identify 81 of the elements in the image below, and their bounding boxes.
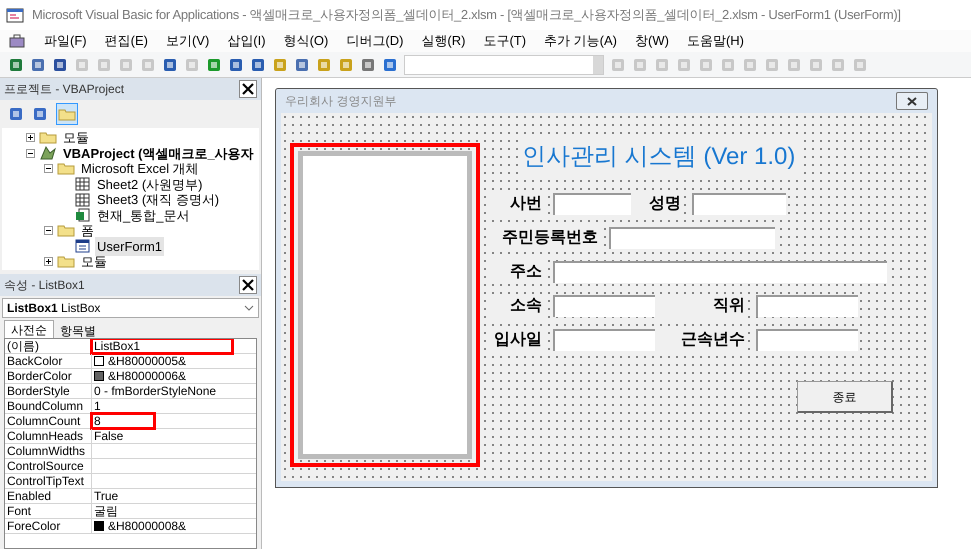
tree-item[interactable]: Sheet2 (사원명부) xyxy=(95,174,204,194)
property-name: BorderColor xyxy=(5,369,92,383)
tab[interactable]: 사전순 xyxy=(4,320,54,338)
sheet-icon xyxy=(75,177,91,192)
menu-item[interactable]: 편집(E) xyxy=(104,31,148,51)
property-name: ColumnWidths xyxy=(5,444,92,458)
expand-toggle[interactable] xyxy=(44,257,53,266)
menu-item[interactable]: 도구(T) xyxy=(483,31,526,51)
property-name: BoundColumn xyxy=(5,399,92,413)
menu-item[interactable]: 도움말(H) xyxy=(686,31,744,51)
property-value[interactable]: 0 - fmBorderStyleNone xyxy=(92,384,218,398)
text-field[interactable] xyxy=(553,261,887,283)
property-value[interactable]: &H80000005& xyxy=(92,354,188,368)
menu-item[interactable]: 실행(R) xyxy=(421,31,466,51)
collapse-toggle[interactable] xyxy=(44,226,53,236)
form-title: 우리회사 경영지원부 xyxy=(285,93,396,110)
text-field[interactable] xyxy=(756,295,858,317)
app-icon xyxy=(6,6,24,24)
listbox[interactable] xyxy=(290,143,480,467)
tree-item[interactable]: 현재_통합_문서 xyxy=(95,206,192,225)
property-name: Enabled xyxy=(5,489,92,503)
property-name: ForeColor xyxy=(5,519,92,533)
property-name: BackColor xyxy=(5,354,92,368)
tree-item[interactable]: 폼 xyxy=(79,221,96,240)
close-button[interactable] xyxy=(896,92,928,110)
property-value[interactable]: ListBox1 xyxy=(92,339,232,353)
property-value[interactable]: 1 xyxy=(92,399,103,413)
property-value[interactable]: 8 xyxy=(92,414,154,428)
menu-item[interactable]: 삽입(I) xyxy=(227,31,266,51)
expand-toggle[interactable] xyxy=(26,133,35,142)
sheet-icon xyxy=(75,192,91,207)
tree-item[interactable]: UserForm1 xyxy=(95,236,164,256)
property-value[interactable]: &H80000008& xyxy=(92,519,188,533)
close-icon xyxy=(242,279,254,291)
text-field[interactable] xyxy=(609,227,775,249)
property-name: ColumnHeads xyxy=(5,429,92,443)
text-field[interactable] xyxy=(756,329,858,351)
close-icon xyxy=(907,96,917,106)
collapse-toggle[interactable] xyxy=(26,148,35,158)
property-name: ControlSource xyxy=(5,459,92,473)
property-name: Font xyxy=(5,504,92,518)
object-name: ListBox1 ListBox xyxy=(7,300,100,317)
property-value[interactable]: &H80000006& xyxy=(92,369,188,383)
menu-item[interactable]: 추가 기능(A) xyxy=(544,31,618,51)
caret-icon xyxy=(244,305,254,311)
folder-icon xyxy=(57,162,75,176)
form-icon xyxy=(75,239,91,254)
location-field[interactable] xyxy=(404,54,604,74)
text-field[interactable] xyxy=(553,329,655,351)
folder-icon xyxy=(39,131,57,144)
property-value[interactable]: 굴림 xyxy=(92,504,120,518)
property-name: ControlTipText xyxy=(5,474,92,488)
close-button[interactable] xyxy=(239,276,257,294)
text-field[interactable] xyxy=(553,193,631,215)
close-button[interactable] xyxy=(239,80,257,98)
property-value[interactable]: True xyxy=(92,489,120,503)
folder-icon xyxy=(58,108,76,120)
menu-item[interactable]: 디버그(D) xyxy=(346,31,404,51)
window-title: Microsoft Visual Basic for Applications - 액셀매크로_사용자정의폼_셀데이터_2.xlsm - [액셀매크로_사용자정의폼_셀데이터_2.xlsm - UserForm1 (UserForm)] xyxy=(32,6,901,24)
text-field[interactable] xyxy=(692,193,786,215)
object-dropdown[interactable]: ListBox1 ListBox xyxy=(2,298,259,318)
tab[interactable]: 항목별 xyxy=(54,322,102,338)
project-icon xyxy=(39,145,57,162)
property-name: BorderStyle xyxy=(5,384,92,398)
workbook-icon xyxy=(75,208,91,222)
menu-item[interactable]: 형식(O) xyxy=(284,31,328,51)
toggle-folders-button[interactable] xyxy=(56,103,78,125)
pane-title: 프로젝트 - VBAProject xyxy=(4,81,124,98)
folder-icon xyxy=(57,224,75,238)
menu-item[interactable]: 보기(V) xyxy=(166,31,210,51)
menu-item[interactable]: 창(W) xyxy=(635,31,669,51)
property-name: ColumnCount xyxy=(5,414,92,428)
property-name: (이름) xyxy=(5,339,92,353)
folder-icon xyxy=(57,255,75,268)
close-icon xyxy=(242,83,254,95)
close-form-button[interactable]: 종료 xyxy=(797,381,893,413)
text-field[interactable] xyxy=(553,295,655,317)
property-value[interactable]: False xyxy=(92,429,126,443)
menu-item[interactable]: 파일(F) xyxy=(44,31,87,51)
collapse-toggle[interactable] xyxy=(44,164,53,174)
pane-title: 속성 - ListBox1 xyxy=(4,277,85,294)
